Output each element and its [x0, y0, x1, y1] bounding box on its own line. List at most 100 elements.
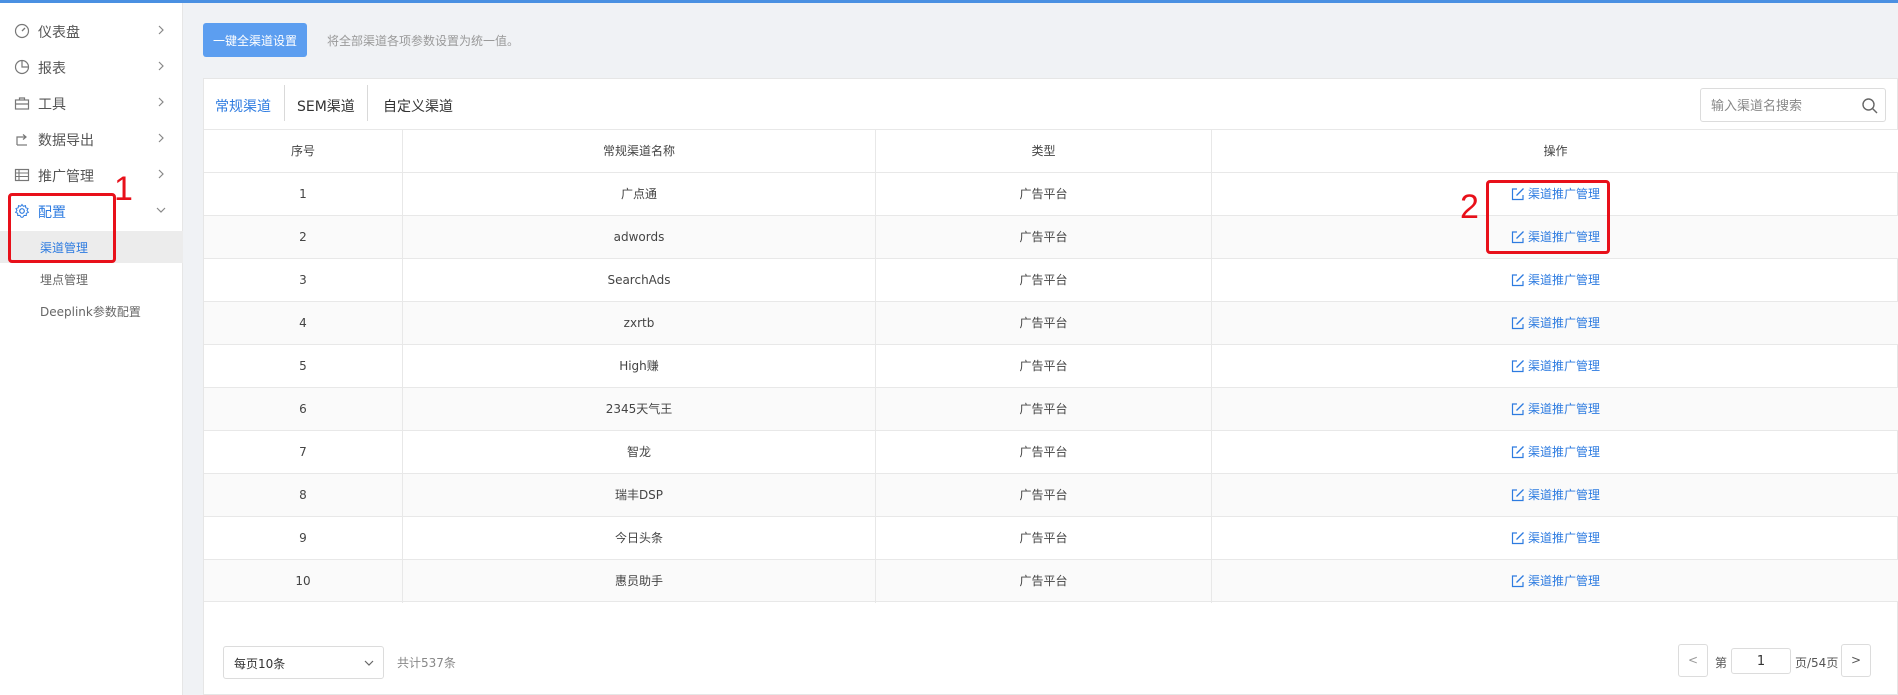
channel-promotion-management-link[interactable]: 渠道推广管理: [1511, 517, 1600, 559]
toolbox-icon: [14, 97, 30, 110]
one-key-all-channel-settings-button[interactable]: 一键全渠道设置: [203, 23, 307, 57]
cell-channel-name: zxrtb: [403, 302, 876, 345]
dashboard-icon: [14, 23, 30, 39]
cell-channel-name: 瑞丰DSP: [403, 474, 876, 517]
edit-icon: [1511, 317, 1524, 330]
channel-search-box[interactable]: [1700, 88, 1886, 122]
sidebar-subitem-label: Deeplink参数配置: [40, 305, 141, 319]
table-row: 10 惠员助手 广告平台 渠道推广管理: [204, 559, 1898, 603]
sidebar-item-dashboard[interactable]: 仪表盘: [0, 13, 183, 49]
cell-actions: 渠道推广管理: [1212, 302, 1898, 345]
cell-channel-name: 今日头条: [403, 517, 876, 560]
cell-index: 4: [204, 302, 403, 345]
edit-icon: [1511, 489, 1524, 502]
edit-icon: [1511, 575, 1524, 588]
cell-type: 广告平台: [876, 517, 1212, 560]
chevron-down-icon: [364, 660, 374, 666]
chevron-right-icon: [158, 25, 164, 35]
cell-type: 广告平台: [876, 173, 1212, 216]
chevron-right-icon: [158, 169, 164, 179]
cell-type: 广告平台: [876, 216, 1212, 259]
cell-type: 广告平台: [876, 431, 1212, 474]
sidebar: 仪表盘 报表 工具 数据导出 推广管理 配置 渠道管理 埋点管理 Deeplin…: [0, 3, 183, 695]
channel-promotion-management-link[interactable]: 渠道推广管理: [1511, 560, 1600, 602]
edit-icon: [1511, 403, 1524, 416]
table-row: 4 zxrtb 广告平台 渠道推广管理: [204, 301, 1898, 345]
action-label: 渠道推广管理: [1527, 445, 1600, 459]
action-label: 渠道推广管理: [1527, 531, 1600, 545]
cell-type: 广告平台: [876, 302, 1212, 345]
edit-icon: [1511, 274, 1524, 287]
page-size-select[interactable]: 每页10条: [223, 646, 384, 679]
channel-promotion-management-link[interactable]: 渠道推广管理: [1511, 474, 1600, 516]
list-icon: [14, 168, 30, 182]
cell-channel-name: 2345天气王: [403, 388, 876, 431]
header-type: 类型: [876, 130, 1212, 173]
table-row: 8 瑞丰DSP 广告平台 渠道推广管理: [204, 473, 1898, 517]
sidebar-item-label: 推广管理: [38, 169, 94, 185]
sidebar-item-data-export[interactable]: 数据导出: [0, 121, 183, 157]
tab-regular-channels[interactable]: 常规渠道: [215, 93, 271, 119]
cell-channel-name: High赚: [403, 345, 876, 388]
channel-promotion-management-link[interactable]: 渠道推广管理: [1511, 431, 1600, 473]
prev-page-button[interactable]: <: [1678, 644, 1708, 677]
chevron-right-icon: [158, 61, 164, 71]
table-header-row: 序号 常规渠道名称 类型 操作: [204, 129, 1898, 173]
cell-actions: 渠道推广管理: [1212, 517, 1898, 560]
annotation-number-2: 2: [1460, 188, 1479, 226]
cell-channel-name: SearchAds: [403, 259, 876, 302]
cell-actions: 渠道推广管理: [1212, 474, 1898, 517]
sidebar-subitem-tracking-management[interactable]: 埋点管理: [0, 263, 183, 295]
tab-separator: [367, 85, 368, 121]
tab-sem-channels[interactable]: SEM渠道: [297, 93, 355, 119]
pie-chart-icon: [14, 59, 30, 75]
table-row: 9 今日头条 广告平台 渠道推广管理: [204, 516, 1898, 560]
action-label: 渠道推广管理: [1527, 273, 1600, 287]
annotation-box-1: [8, 193, 116, 263]
annotation-box-2: [1486, 180, 1610, 254]
cell-type: 广告平台: [876, 560, 1212, 603]
chevron-right-icon: [158, 133, 164, 143]
cell-index: 1: [204, 173, 403, 216]
cell-actions: 渠道推广管理: [1212, 431, 1898, 474]
page-suffix-text: 页/54页: [1795, 656, 1839, 670]
table-row: 1 广点通 广告平台 渠道推广管理: [204, 172, 1898, 216]
channel-promotion-management-link[interactable]: 渠道推广管理: [1511, 302, 1600, 344]
action-label: 渠道推广管理: [1527, 488, 1600, 502]
action-label: 渠道推广管理: [1527, 402, 1600, 416]
cell-actions: 渠道推广管理: [1212, 259, 1898, 302]
edit-icon: [1511, 360, 1524, 373]
channel-promotion-management-link[interactable]: 渠道推广管理: [1511, 259, 1600, 301]
sidebar-subitem-label: 埋点管理: [40, 273, 89, 287]
cell-index: 5: [204, 345, 403, 388]
edit-icon: [1511, 532, 1524, 545]
channel-promotion-management-link[interactable]: 渠道推广管理: [1511, 345, 1600, 387]
cell-channel-name: adwords: [403, 216, 876, 259]
top-accent-bar: [0, 0, 1898, 3]
sidebar-item-reports[interactable]: 报表: [0, 49, 183, 85]
sidebar-item-promotion[interactable]: 推广管理: [0, 157, 183, 193]
action-label: 渠道推广管理: [1527, 359, 1600, 373]
sidebar-item-label: 仪表盘: [38, 25, 80, 41]
cell-type: 广告平台: [876, 345, 1212, 388]
cell-index: 6: [204, 388, 403, 431]
cell-index: 9: [204, 517, 403, 560]
cell-actions: 渠道推广管理: [1212, 560, 1898, 603]
search-icon[interactable]: [1861, 97, 1879, 115]
cell-type: 广告平台: [876, 259, 1212, 302]
cell-channel-name: 惠员助手: [403, 560, 876, 603]
next-page-button[interactable]: >: [1841, 644, 1871, 677]
cell-type: 广告平台: [876, 388, 1212, 431]
edit-icon: [1511, 446, 1524, 459]
one-key-hint-text: 将全部渠道各项参数设置为统一值。: [327, 34, 520, 48]
sidebar-item-tools[interactable]: 工具: [0, 85, 183, 121]
channel-promotion-management-link[interactable]: 渠道推广管理: [1511, 388, 1600, 430]
channel-search-input[interactable]: [1711, 96, 1851, 116]
page-size-label: 每页10条: [234, 657, 286, 671]
tab-custom-channels[interactable]: 自定义渠道: [383, 93, 453, 119]
cell-actions: 渠道推广管理: [1212, 345, 1898, 388]
tab-separator: [284, 85, 285, 121]
table-row: 2 adwords 广告平台 渠道推广管理: [204, 215, 1898, 259]
sidebar-subitem-deeplink-config[interactable]: Deeplink参数配置: [0, 295, 183, 327]
current-page-input[interactable]: [1731, 648, 1791, 674]
